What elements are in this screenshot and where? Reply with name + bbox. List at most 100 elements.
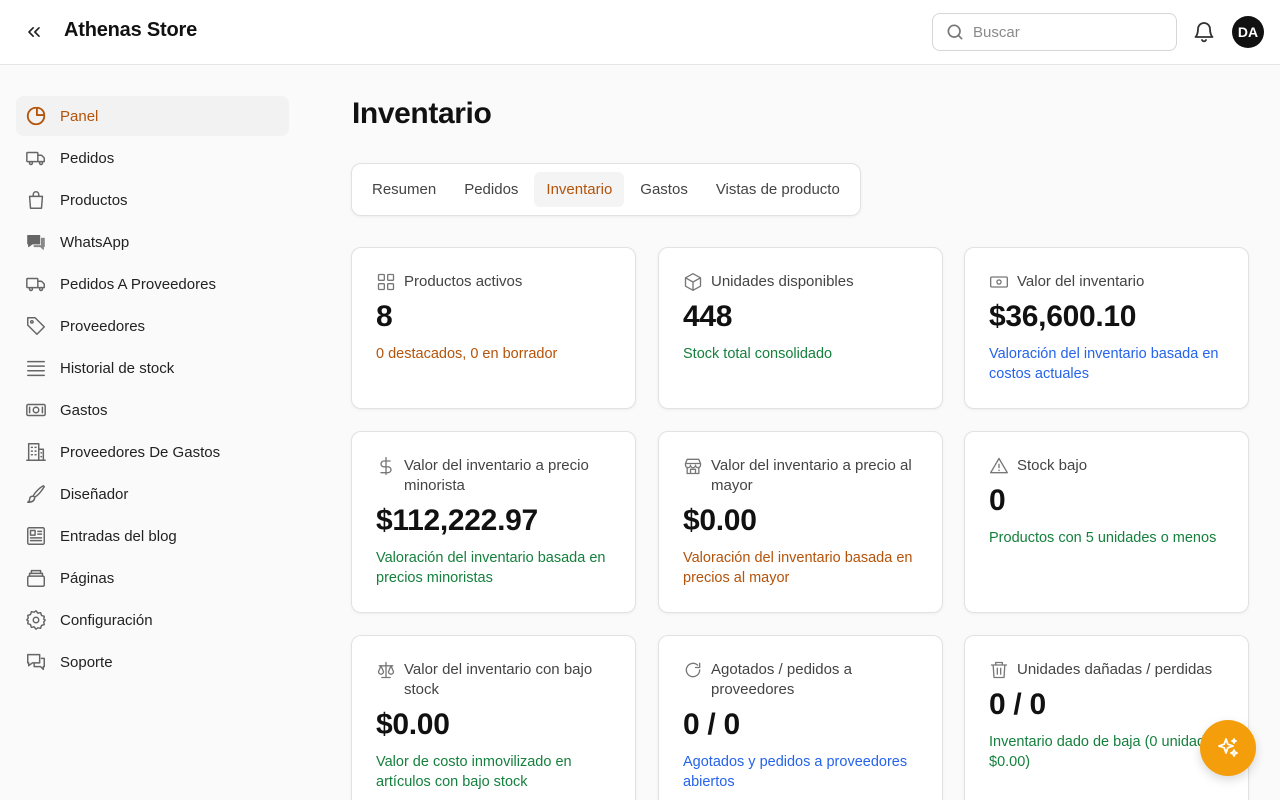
stat-value: $36,600.10 — [989, 300, 1137, 333]
sidebar-item-productos[interactable]: Productos — [16, 180, 289, 220]
top-bar: Athenas Store DA — [0, 0, 1280, 65]
sidebar-item-label: Proveedores — [60, 317, 146, 335]
tab-inventario[interactable]: Inventario — [534, 172, 625, 207]
stat-card-valor-precio-minorista: Valor del inventario a precio minorista … — [351, 431, 636, 613]
stat-description: 0 destacados, 0 en borrador — [376, 346, 558, 362]
stat-label: Valor del inventario a precio minorista — [404, 457, 589, 494]
paintbrush-icon — [24, 482, 48, 506]
store-name: Athenas Store — [64, 19, 197, 41]
bell-icon — [1194, 22, 1214, 43]
sidebar-item-label: Proveedores De Gastos — [60, 443, 221, 461]
stat-description: Valoración del inventario basada en cost… — [989, 346, 1219, 382]
stat-label: Agotados / pedidos a proveedores — [711, 661, 852, 698]
stat-value: $0.00 — [683, 504, 757, 537]
stat-label: Stock bajo — [1017, 457, 1088, 474]
layers-icon — [24, 566, 48, 590]
ai-assistant-button[interactable] — [1200, 720, 1256, 776]
search-icon — [947, 24, 963, 40]
stat-value: $0.00 — [376, 708, 450, 741]
sidebar-item-label: Entradas del blog — [60, 527, 177, 545]
stat-label: Unidades dañadas / perdidas — [1017, 661, 1213, 678]
tab-pedidos[interactable]: Pedidos — [452, 172, 530, 207]
sidebar-item-panel[interactable]: Panel — [16, 96, 289, 136]
sidebar-item-label: Diseñador — [60, 485, 129, 503]
banknote-icon — [24, 398, 48, 422]
sidebar-item-label: Pedidos — [60, 149, 115, 167]
building-icon — [24, 440, 48, 464]
stat-label: Valor del inventario — [1017, 273, 1145, 290]
sidebar-item-disenador[interactable]: Diseñador — [16, 474, 289, 514]
sidebar-item-whatsapp[interactable]: WhatsApp — [16, 222, 289, 262]
sidebar-item-label: Gastos — [60, 401, 108, 419]
stat-card-stock-bajo: Stock bajo 0 Productos con 5 unidades o … — [964, 431, 1249, 613]
tag-icon — [24, 314, 48, 338]
stat-value: 0 / 0 — [683, 708, 740, 741]
sidebar-item-proveedores-de-gastos[interactable]: Proveedores De Gastos — [16, 432, 289, 472]
tab-gastos[interactable]: Gastos — [628, 172, 700, 207]
sidebar-item-label: Configuración — [60, 611, 153, 629]
stat-description: Inventario dado de baja (0 unidades, $0.… — [989, 734, 1225, 770]
sidebar-item-label: Páginas — [60, 569, 115, 587]
cash-icon — [989, 272, 1009, 292]
sidebar-item-label: Pedidos A Proveedores — [60, 275, 216, 293]
tab-vistas-de-producto[interactable]: Vistas de producto — [704, 172, 852, 207]
sidebar-item-pedidos[interactable]: Pedidos — [16, 138, 289, 178]
stat-label: Valor del inventario a precio al mayor — [711, 457, 912, 494]
support-chat-icon — [24, 650, 48, 674]
sidebar-item-label: Soporte — [60, 653, 113, 671]
collapse-sidebar-button[interactable] — [22, 20, 46, 44]
newspaper-icon — [24, 524, 48, 548]
sidebar-item-paginas[interactable]: Páginas — [16, 558, 289, 598]
truck-icon — [24, 146, 48, 170]
stat-description: Valoración del inventario basada en prec… — [683, 550, 913, 586]
stat-label: Unidades disponibles — [711, 273, 854, 290]
store-icon — [683, 456, 703, 476]
truck-icon — [24, 272, 48, 296]
chat-bubbles-icon — [24, 230, 48, 254]
stat-description: Valoración del inventario basada en prec… — [376, 550, 606, 586]
stat-card-agotados: Agotados / pedidos a proveedores 0 / 0 A… — [658, 635, 943, 800]
grid-icon — [376, 272, 396, 292]
search-input[interactable] — [973, 23, 1163, 41]
sidebar-item-proveedores[interactable]: Proveedores — [16, 306, 289, 346]
shopping-bag-icon — [24, 188, 48, 212]
warning-icon — [989, 456, 1009, 476]
search-box[interactable] — [932, 13, 1177, 51]
dollar-icon — [376, 456, 396, 476]
box-icon — [683, 272, 703, 292]
sidebar-item-historial-de-stock[interactable]: Historial de stock — [16, 348, 289, 388]
gear-icon — [24, 608, 48, 632]
stat-description: Productos con 5 unidades o menos — [989, 530, 1217, 546]
tab-bar: Resumen Pedidos Inventario Gastos Vistas… — [351, 163, 861, 216]
avatar[interactable]: DA — [1232, 16, 1264, 48]
sidebar-item-label: WhatsApp — [60, 233, 130, 251]
pie-chart-icon — [24, 104, 48, 128]
sidebar-item-soporte[interactable]: Soporte — [16, 642, 289, 682]
stat-value: 8 — [376, 300, 393, 333]
sidebar-item-pedidos-a-proveedores[interactable]: Pedidos A Proveedores — [16, 264, 289, 304]
refresh-icon — [683, 660, 703, 680]
sidebar-item-label: Panel — [60, 107, 99, 125]
stat-description: Agotados y pedidos a proveedores abierto… — [683, 754, 908, 790]
page-title: Inventario — [352, 97, 492, 130]
stat-description: Valor de costo inmovilizado en artículos… — [376, 754, 572, 790]
stat-card-unidades-danadas: Unidades dañadas / perdidas 0 / 0 Invent… — [964, 635, 1249, 800]
stat-label: Valor del inventario con bajo stock — [404, 661, 593, 698]
stat-value: 448 — [683, 300, 733, 333]
notifications-button[interactable] — [1192, 20, 1216, 44]
stat-description: Stock total consolidado — [683, 346, 833, 362]
sidebar-item-gastos[interactable]: Gastos — [16, 390, 289, 430]
sidebar-item-entradas-del-blog[interactable]: Entradas del blog — [16, 516, 289, 556]
sidebar-item-label: Productos — [60, 191, 128, 209]
stat-value: 0 — [989, 484, 1006, 517]
stat-card-valor-bajo-stock: Valor del inventario con bajo stock $0.0… — [351, 635, 636, 800]
stat-card-productos-activos: Productos activos 8 0 destacados, 0 en b… — [351, 247, 636, 409]
tab-resumen[interactable]: Resumen — [360, 172, 448, 207]
double-chevron-left-icon — [28, 27, 40, 38]
stat-value: 0 / 0 — [989, 688, 1046, 721]
sidebar-item-configuracion[interactable]: Configuración — [16, 600, 289, 640]
sidebar-item-label: Historial de stock — [60, 359, 175, 377]
trash-icon — [989, 660, 1009, 680]
stat-value: $112,222.97 — [376, 504, 538, 537]
sidebar: Panel Pedidos Productos WhatsApp Pedidos… — [16, 96, 289, 684]
